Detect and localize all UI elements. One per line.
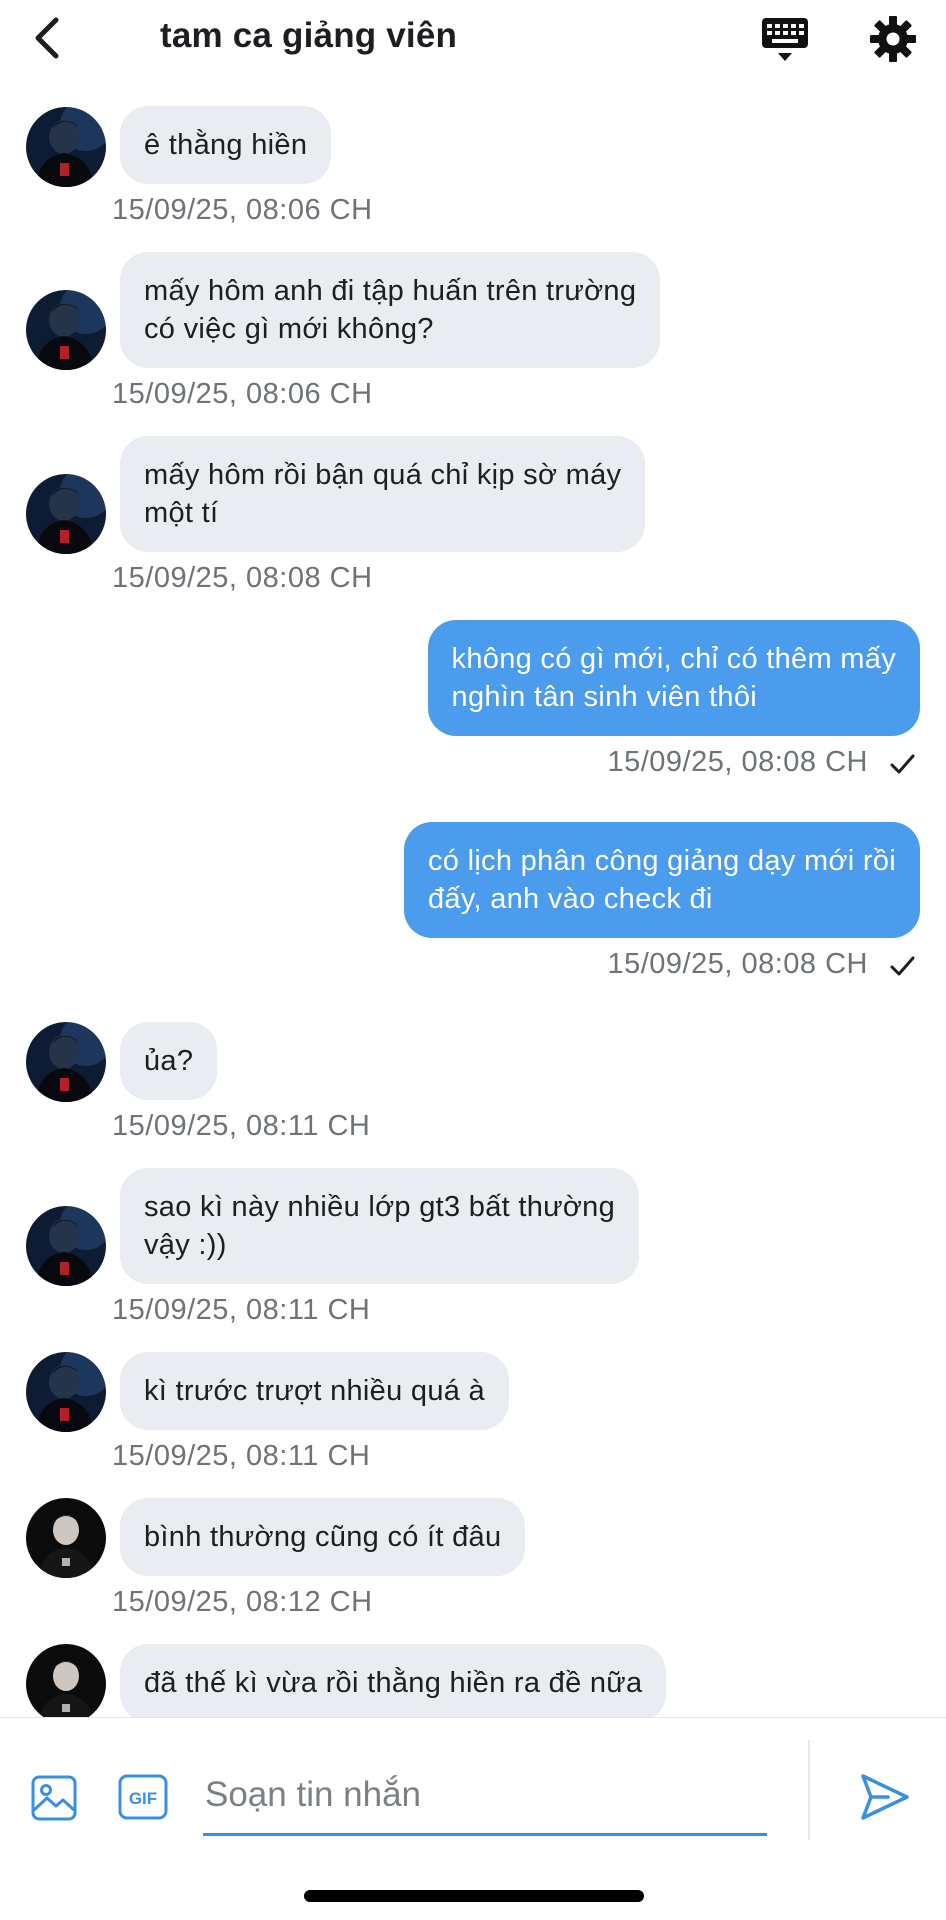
- avatar[interactable]: [26, 1352, 106, 1432]
- sent-check-icon: [890, 754, 915, 774]
- message-input[interactable]: [203, 1760, 767, 1830]
- chevron-left-icon: [35, 17, 59, 59]
- composer-divider: [808, 1740, 810, 1840]
- message-timestamp: 15/09/25, 08:06 CH: [112, 194, 373, 226]
- keyboard-button[interactable]: [760, 16, 810, 64]
- message-timestamp: 15/09/25, 08:06 CH: [112, 378, 373, 410]
- message-timestamp: 15/09/25, 08:08 CH: [607, 746, 868, 778]
- avatar[interactable]: [26, 1206, 106, 1286]
- gear-icon: [870, 16, 916, 62]
- avatar[interactable]: [26, 107, 106, 187]
- message-timestamp: 15/09/25, 08:08 CH: [607, 948, 868, 980]
- home-indicator[interactable]: [304, 1890, 644, 1902]
- message-timestamp: 15/09/25, 08:11 CH: [112, 1110, 371, 1142]
- message-bubble[interactable]: có lịch phân công giảng dạy mới rồi đấy,…: [403, 822, 920, 938]
- message-timestamp: 15/09/25, 08:08 CH: [112, 562, 373, 594]
- send-icon: [861, 1774, 909, 1820]
- back-button[interactable]: [26, 12, 72, 64]
- gif-icon: GIF: [118, 1774, 168, 1820]
- message-bubble[interactable]: mấy hôm rồi bận quá chỉ kịp sờ máy một t…: [120, 436, 646, 552]
- avatar[interactable]: [26, 1022, 106, 1102]
- avatar[interactable]: [26, 290, 106, 370]
- attach-image-button[interactable]: [30, 1774, 78, 1822]
- avatar[interactable]: [26, 1644, 106, 1717]
- message-bubble[interactable]: không có gì mới, chỉ có thêm mấy nghìn t…: [427, 620, 920, 736]
- send-button[interactable]: [858, 1770, 912, 1824]
- message-bubble[interactable]: ê thằng hiền: [120, 106, 332, 184]
- message-timestamp: 15/09/25, 08:11 CH: [112, 1294, 371, 1326]
- message-bubble[interactable]: ủa?: [120, 1022, 218, 1100]
- message-composer: GIF: [0, 1717, 946, 1920]
- gif-label: GIF: [129, 1789, 157, 1808]
- avatar[interactable]: [26, 1498, 106, 1578]
- image-icon: [31, 1775, 77, 1821]
- chat-header: tam ca giảng viên: [0, 0, 946, 82]
- message-bubble[interactable]: mấy hôm anh đi tập huấn trên trường có v…: [120, 252, 661, 368]
- gif-button[interactable]: GIF: [118, 1774, 168, 1820]
- message-bubble[interactable]: kì trước trượt nhiều quá à: [120, 1352, 509, 1430]
- message-timestamp: 15/09/25, 08:12 CH: [112, 1586, 373, 1618]
- chat-title: tam ca giảng viên: [160, 16, 458, 55]
- settings-button[interactable]: [868, 14, 918, 64]
- message-input-wrapper: [203, 1760, 767, 1836]
- sent-check-icon: [890, 956, 915, 976]
- keyboard-icon: [762, 18, 808, 61]
- avatar[interactable]: [26, 474, 106, 554]
- message-bubble[interactable]: đã thế kì vừa rồi thằng hiền ra đề nữa: [120, 1644, 667, 1717]
- message-bubble[interactable]: sao kì này nhiều lớp gt3 bất thường vậy …: [120, 1168, 640, 1284]
- message-list[interactable]: ê thằng hiền 15/09/25, 08:06 CH mấy hôm …: [0, 82, 946, 1717]
- message-timestamp: 15/09/25, 08:11 CH: [112, 1440, 371, 1472]
- message-bubble[interactable]: bình thường cũng có ít đâu: [120, 1498, 526, 1576]
